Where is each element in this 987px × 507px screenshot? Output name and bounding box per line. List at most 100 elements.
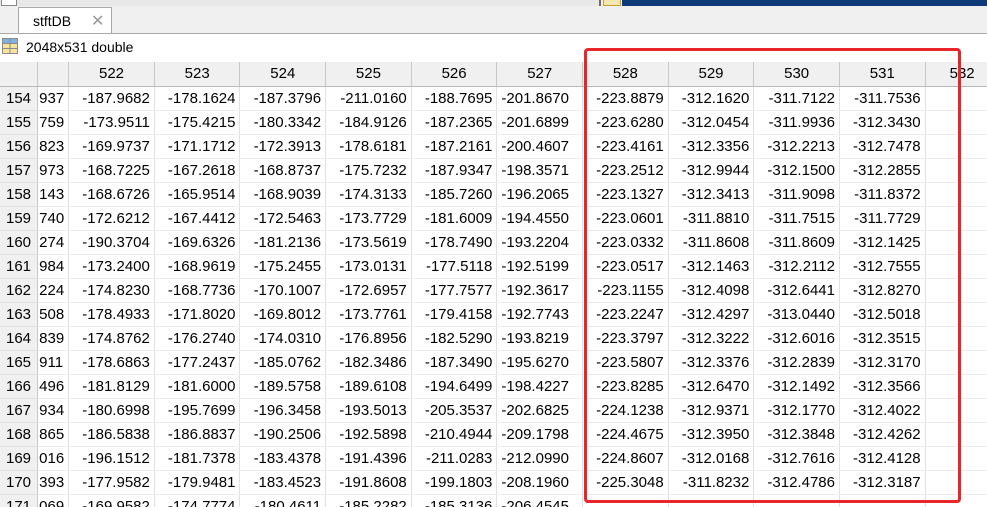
table-cell[interactable] (925, 422, 987, 447)
table-cell[interactable]: -210.4944 (411, 422, 498, 447)
table-cell[interactable]: -174.8762 (68, 326, 155, 351)
table-cell[interactable]: -175.4215 (154, 110, 241, 135)
column-header[interactable] (37, 62, 70, 87)
table-cell[interactable]: -311.8810 (668, 206, 755, 231)
table-cell[interactable]: -311.7536 (839, 86, 926, 111)
table-cell[interactable]: -312.3376 (668, 350, 755, 375)
table-cell[interactable]: -312.8270 (839, 278, 926, 303)
table-cell[interactable]: -212.0990 (496, 446, 584, 471)
table-cell[interactable]: -172.6957 (325, 278, 412, 303)
table-cell[interactable]: -190.2506 (239, 422, 327, 447)
column-header[interactable]: 530 (753, 62, 840, 87)
table-cell[interactable]: -182.3486 (325, 350, 412, 375)
table-cell[interactable]: -185.3136 (411, 494, 498, 507)
table-cell[interactable]: -181.2136 (239, 230, 327, 255)
table-cell[interactable] (925, 254, 987, 279)
table-cell[interactable]: 911 (37, 350, 70, 375)
column-header[interactable]: 525 (325, 62, 412, 87)
table-cell[interactable]: -312.6441 (753, 278, 840, 303)
table-cell[interactable]: -312.3950 (668, 422, 755, 447)
table-cell[interactable]: -312.3356 (668, 134, 755, 159)
table-cell[interactable]: 865 (37, 422, 70, 447)
table-cell[interactable]: -171.8020 (154, 302, 241, 327)
table-cell[interactable]: -313.0440 (753, 302, 840, 327)
table-cell[interactable]: -174.8230 (68, 278, 155, 303)
table-cell[interactable] (925, 446, 987, 471)
table-cell[interactable]: -312.4022 (839, 398, 926, 423)
table-cell[interactable]: -171.1712 (154, 134, 241, 159)
table-cell[interactable]: -194.6499 (411, 374, 498, 399)
table-cell[interactable]: -196.3458 (239, 398, 327, 423)
table-cell[interactable]: -189.5758 (239, 374, 327, 399)
table-cell[interactable]: -224.8607 (582, 446, 669, 471)
table-cell[interactable]: -169.9582 (68, 494, 155, 507)
table-cell[interactable]: 143 (37, 182, 70, 207)
table-cell[interactable]: -223.1327 (582, 182, 669, 207)
table-cell[interactable]: -173.2400 (68, 254, 155, 279)
table-cell[interactable]: -178.7490 (411, 230, 498, 255)
row-header[interactable]: 154 (0, 86, 38, 111)
row-header[interactable]: 161 (0, 254, 38, 279)
table-cell[interactable]: 839 (37, 326, 70, 351)
table-cell[interactable]: -180.4611 (239, 494, 327, 507)
table-cell[interactable]: -184.9126 (325, 110, 412, 135)
table-cell[interactable]: -177.2437 (154, 350, 241, 375)
table-cell[interactable] (839, 494, 926, 507)
table-cell[interactable]: 496 (37, 374, 70, 399)
row-header[interactable]: 159 (0, 206, 38, 231)
table-cell[interactable]: -168.6726 (68, 182, 155, 207)
table-cell[interactable]: -193.2204 (496, 230, 584, 255)
table-cell[interactable]: 224 (37, 278, 70, 303)
table-cell[interactable]: -172.3913 (239, 134, 327, 159)
table-cell[interactable]: -311.8609 (753, 230, 840, 255)
table-cell[interactable]: -173.9511 (68, 110, 155, 135)
table-cell[interactable] (925, 350, 987, 375)
table-cell[interactable]: -200.4607 (496, 134, 584, 159)
table-cell[interactable]: -179.9481 (154, 470, 241, 495)
table-cell[interactable]: -312.4297 (668, 302, 755, 327)
table-cell[interactable]: -312.4786 (753, 470, 840, 495)
table-cell[interactable] (925, 158, 987, 183)
column-header[interactable]: 532 (925, 62, 987, 87)
table-cell[interactable]: 934 (37, 398, 70, 423)
column-header[interactable]: 528 (582, 62, 669, 87)
table-cell[interactable]: -169.9737 (68, 134, 155, 159)
table-cell[interactable]: -312.4128 (839, 446, 926, 471)
table-cell[interactable]: -223.0601 (582, 206, 669, 231)
table-cell[interactable] (925, 326, 987, 351)
table-cell[interactable]: -174.7774 (154, 494, 241, 507)
table-cell[interactable]: -195.7699 (154, 398, 241, 423)
table-cell[interactable]: -223.8879 (582, 86, 669, 111)
table-cell[interactable]: -192.3617 (496, 278, 584, 303)
table-cell[interactable] (925, 374, 987, 399)
table-cell[interactable]: -311.9936 (753, 110, 840, 135)
table-cell[interactable]: -311.8372 (839, 182, 926, 207)
table-cell[interactable]: -196.1512 (68, 446, 155, 471)
table-cell[interactable]: -193.5013 (325, 398, 412, 423)
row-header[interactable]: 164 (0, 326, 38, 351)
table-cell[interactable]: -211.0283 (411, 446, 498, 471)
table-cell[interactable] (925, 182, 987, 207)
table-cell[interactable] (925, 470, 987, 495)
table-cell[interactable]: -180.3342 (239, 110, 327, 135)
row-header[interactable]: 171 (0, 494, 38, 507)
column-header[interactable]: 522 (68, 62, 155, 87)
table-cell[interactable]: -191.8608 (325, 470, 412, 495)
table-cell[interactable]: -223.4161 (582, 134, 669, 159)
table-cell[interactable]: 937 (37, 86, 70, 111)
table-cell[interactable]: -311.7122 (753, 86, 840, 111)
table-cell[interactable]: -312.6016 (753, 326, 840, 351)
table-cell[interactable]: -312.1620 (668, 86, 755, 111)
table-cell[interactable]: -205.3537 (411, 398, 498, 423)
table-cell[interactable]: -187.9347 (411, 158, 498, 183)
table-cell[interactable]: 393 (37, 470, 70, 495)
table-cell[interactable]: -167.2618 (154, 158, 241, 183)
table-cell[interactable]: -311.9098 (753, 182, 840, 207)
table-cell[interactable]: -312.1425 (839, 230, 926, 255)
table-cell[interactable]: -173.7729 (325, 206, 412, 231)
table-cell[interactable]: -191.4396 (325, 446, 412, 471)
table-cell[interactable]: -185.0762 (239, 350, 327, 375)
table-cell[interactable]: -192.5898 (325, 422, 412, 447)
table-cell[interactable]: -312.1500 (753, 158, 840, 183)
table-cell[interactable] (925, 110, 987, 135)
